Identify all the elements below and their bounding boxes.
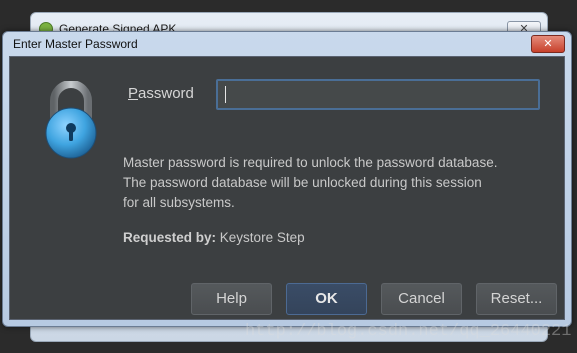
- dialog-close-button[interactable]: ✕: [531, 35, 565, 53]
- cancel-button[interactable]: Cancel: [381, 283, 462, 315]
- info-message-line: Master password is required to unlock th…: [123, 155, 498, 170]
- password-input[interactable]: [216, 79, 540, 110]
- dialog-content: Password Master password is required to …: [9, 56, 565, 320]
- text-caret: [225, 86, 226, 103]
- requested-by-value: Keystore Step: [219, 230, 305, 245]
- password-label-mnemonic: P: [128, 85, 139, 102]
- requested-by: Requested by: Keystore Step: [123, 230, 305, 245]
- reset-button[interactable]: Reset...: [476, 283, 557, 315]
- dialog-title: Enter Master Password: [13, 37, 138, 51]
- lock-icon: [45, 81, 97, 159]
- ok-button[interactable]: OK: [286, 283, 367, 315]
- master-password-dialog: Enter Master Password ✕ Password Master …: [2, 31, 572, 327]
- info-message-line: The password database will be unlocked d…: [123, 175, 482, 190]
- password-label: Password: [128, 85, 194, 102]
- requested-by-label: Requested by:: [123, 230, 217, 245]
- password-label-rest: assword: [138, 85, 194, 102]
- info-message-line: for all subsystems.: [123, 195, 235, 210]
- watermark-text: http://blog.csdn.net/qq_26440221: [245, 322, 572, 341]
- help-button[interactable]: Help: [191, 283, 272, 315]
- info-message: Master password is required to unlock th…: [123, 153, 553, 213]
